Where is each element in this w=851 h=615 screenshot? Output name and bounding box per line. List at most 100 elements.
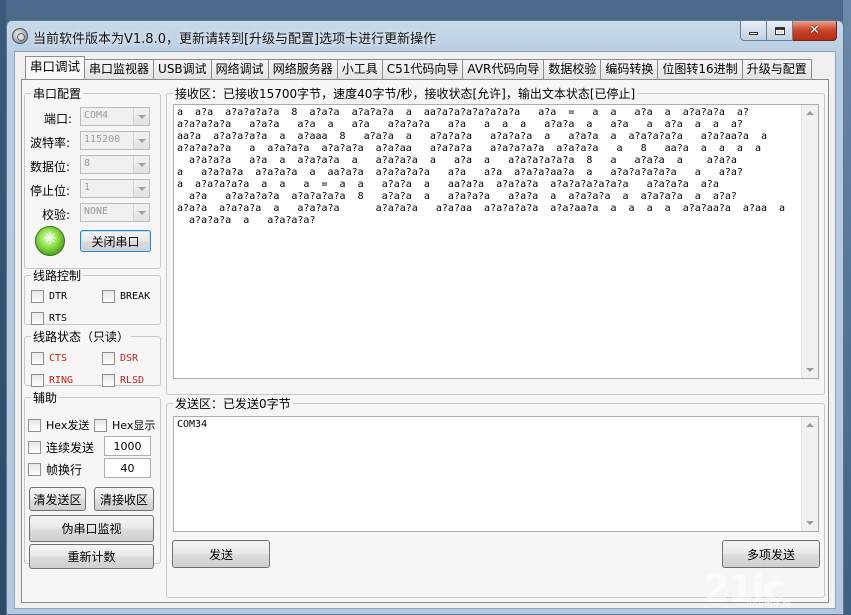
tab-usb-debug[interactable]: USB调试 — [153, 59, 212, 79]
port-select[interactable]: COM4 — [80, 107, 150, 126]
scroll-up-icon[interactable] — [802, 417, 818, 434]
port-status-icon: ✳ — [35, 226, 65, 256]
watermark-logo: 21ic 中国电子网 — [691, 563, 841, 613]
frame-newline-checkbox-box[interactable] — [28, 463, 41, 476]
rts-checkbox[interactable]: RTS — [31, 312, 67, 325]
chevron-down-icon[interactable] — [133, 132, 149, 149]
receive-line: a?a?a a?a?a?a a a?a?a?a a?a?a?a a?a?aa a… — [177, 203, 786, 214]
send-legend: 发送区：已发送0字节 — [175, 397, 291, 411]
hex-display-checkbox-box[interactable] — [94, 418, 107, 432]
receive-line: a a?a?a?a a?a?a?a a aa?a?a a?a?a?a?a a?a… — [177, 167, 743, 178]
chevron-down-icon[interactable] — [133, 108, 149, 125]
clear-send-button[interactable]: 清发送区 — [29, 487, 86, 511]
continuous-interval-input[interactable]: 1000 — [104, 436, 151, 456]
receive-textarea[interactable]: a a?a a?a?a?a?a 8 a?a?a a?a?a?a a aa?a?a… — [173, 104, 819, 379]
rlsd-checkbox-box — [102, 374, 115, 387]
scroll-down-icon[interactable] — [802, 514, 818, 531]
stopbits-value: 1 — [84, 182, 91, 193]
receive-legend: 接收区：已接收15700字节，速度40字节/秒，接收状态[允许]，输出文本状态[… — [175, 87, 636, 101]
continuous-send-label: 连续发送 — [46, 441, 95, 455]
tab-upgrade-config[interactable]: 升级与配置 — [741, 59, 812, 79]
receive-line: a a?a a?a?a?a?a 8 a?a?a a?a?a?a a aa?a?a… — [177, 107, 749, 118]
break-checkbox-box[interactable] — [102, 290, 115, 303]
ring-checkbox: RING — [31, 374, 73, 387]
stopbits-select[interactable]: 1 — [80, 179, 150, 198]
cts-checkbox: CTS — [31, 352, 67, 365]
receive-line: a?a?a?a?a a?a?a a?a a a?a a?a?a?a a?a a … — [177, 119, 743, 130]
baud-label: 波特率: — [30, 136, 71, 150]
send-content: COM34 — [177, 419, 208, 430]
serial-debug-panel: 串口配置 端口: COM4 波特率: 115200 数据位: 8 停止位: 1 … — [21, 79, 829, 603]
tab-tools[interactable]: 小工具 — [336, 59, 383, 79]
close-port-button[interactable]: 关闭串口 — [80, 230, 151, 252]
receive-line: a?a a?a?a?a?a a?a?a?a?a 8 a?a?a a a?a?a?… — [177, 191, 737, 202]
tab-c51-wizard[interactable]: C51代码向导 — [381, 59, 464, 79]
port-value: COM4 — [84, 110, 109, 121]
stopbits-label: 停止位: — [30, 184, 71, 198]
dtr-label: DTR — [49, 291, 68, 302]
frame-value-input[interactable]: 40 — [104, 458, 151, 478]
reset-count-button[interactable]: 重新计数 — [29, 544, 154, 569]
chevron-down-icon[interactable] — [133, 156, 149, 173]
receive-scrollbar[interactable] — [801, 105, 818, 378]
dtr-checkbox-box[interactable] — [31, 290, 44, 303]
tab-avr-wizard[interactable]: AVR代码向导 — [462, 59, 545, 79]
tab-bitmap-hex[interactable]: 位图转16进制 — [657, 59, 743, 79]
pseudo-monitor-button[interactable]: 伪串口监视 — [29, 515, 154, 542]
minimize-button[interactable] — [740, 21, 767, 41]
tab-serial-monitor[interactable]: 串口监视器 — [84, 59, 155, 79]
receive-line: a?a?a?a?a a a?a?a?a a?a?a?a a?a?aa a?a?a… — [177, 143, 761, 154]
scroll-up-icon[interactable] — [802, 105, 818, 122]
hex-send-label: Hex发送 — [46, 419, 90, 432]
dsr-label: DSR — [120, 353, 139, 364]
receive-line: a?a?a?a a a?a?a?a? — [177, 215, 316, 226]
databits-select[interactable]: 8 — [80, 155, 150, 174]
client-area: 串口调试 串口监视器 USB调试 网络调试 网络服务器 小工具 C51代码向导 … — [14, 51, 836, 609]
tab-bar: 串口调试 串口监视器 USB调试 网络调试 网络服务器 小工具 C51代码向导 … — [25, 56, 812, 79]
desktop-edge-right — [843, 0, 851, 615]
tab-network-debug[interactable]: 网络调试 — [210, 59, 269, 79]
app-icon[interactable] — [12, 28, 28, 44]
scroll-down-icon[interactable] — [802, 361, 818, 378]
tab-checksum[interactable]: 数据校验 — [543, 59, 602, 79]
parity-select[interactable]: NONE — [80, 203, 150, 222]
assist-legend: 辅助 — [33, 391, 58, 405]
rts-checkbox-box[interactable] — [31, 312, 44, 325]
maximize-icon — [774, 26, 785, 35]
hex-send-checkbox[interactable]: Hex发送 — [28, 417, 89, 433]
chevron-down-icon[interactable] — [133, 180, 149, 197]
window-controls: ✕ — [740, 21, 837, 41]
continuous-send-checkbox-box[interactable] — [28, 441, 41, 454]
minimize-icon — [749, 32, 758, 35]
receive-line: a?a?a?a a?a a a?a?a?a a a?a?a?a a a?a a … — [177, 155, 737, 166]
frame-newline-label: 帧换行 — [46, 463, 83, 477]
send-button[interactable]: 发送 — [172, 540, 270, 568]
frame-newline-checkbox[interactable]: 帧换行 — [28, 461, 82, 478]
serial-config-legend: 串口配置 — [33, 87, 82, 101]
clear-receive-button[interactable]: 清接收区 — [94, 487, 154, 511]
chevron-down-icon[interactable] — [133, 204, 149, 221]
send-textarea[interactable]: COM34 — [173, 416, 819, 532]
receive-line: a a?a?a?a?a a a a = a a a?a?a a aa?a?a a… — [177, 179, 719, 190]
send-scrollbar[interactable] — [801, 417, 818, 531]
baud-select[interactable]: 115200 — [80, 131, 150, 150]
tab-network-server[interactable]: 网络服务器 — [267, 59, 338, 79]
break-checkbox[interactable]: BREAK — [102, 290, 150, 303]
hex-display-checkbox[interactable]: Hex显示 — [94, 417, 155, 433]
hex-send-checkbox-box[interactable] — [28, 418, 41, 432]
app-window: 当前软件版本为V1.8.0，更新请转到[升级与配置]选项卡进行更新操作 ✕ 串口… — [6, 20, 844, 615]
title-bar[interactable]: 当前软件版本为V1.8.0，更新请转到[升级与配置]选项卡进行更新操作 ✕ — [7, 21, 843, 51]
dtr-checkbox[interactable]: DTR — [31, 290, 67, 303]
maximize-button[interactable] — [767, 21, 793, 41]
watermark-sub-text: 中国电子网 — [746, 600, 792, 610]
tab-serial-debug[interactable]: 串口调试 — [25, 56, 86, 79]
close-button[interactable]: ✕ — [793, 21, 837, 41]
dsr-checkbox-box — [102, 352, 115, 365]
ring-checkbox-box — [31, 374, 44, 387]
continuous-send-checkbox[interactable]: 连续发送 — [28, 439, 94, 456]
port-label: 端口: — [44, 112, 73, 126]
baud-value: 115200 — [84, 134, 121, 145]
cts-label: CTS — [49, 353, 68, 364]
close-icon: ✕ — [809, 23, 820, 38]
tab-encoding[interactable]: 编码转换 — [600, 59, 659, 79]
